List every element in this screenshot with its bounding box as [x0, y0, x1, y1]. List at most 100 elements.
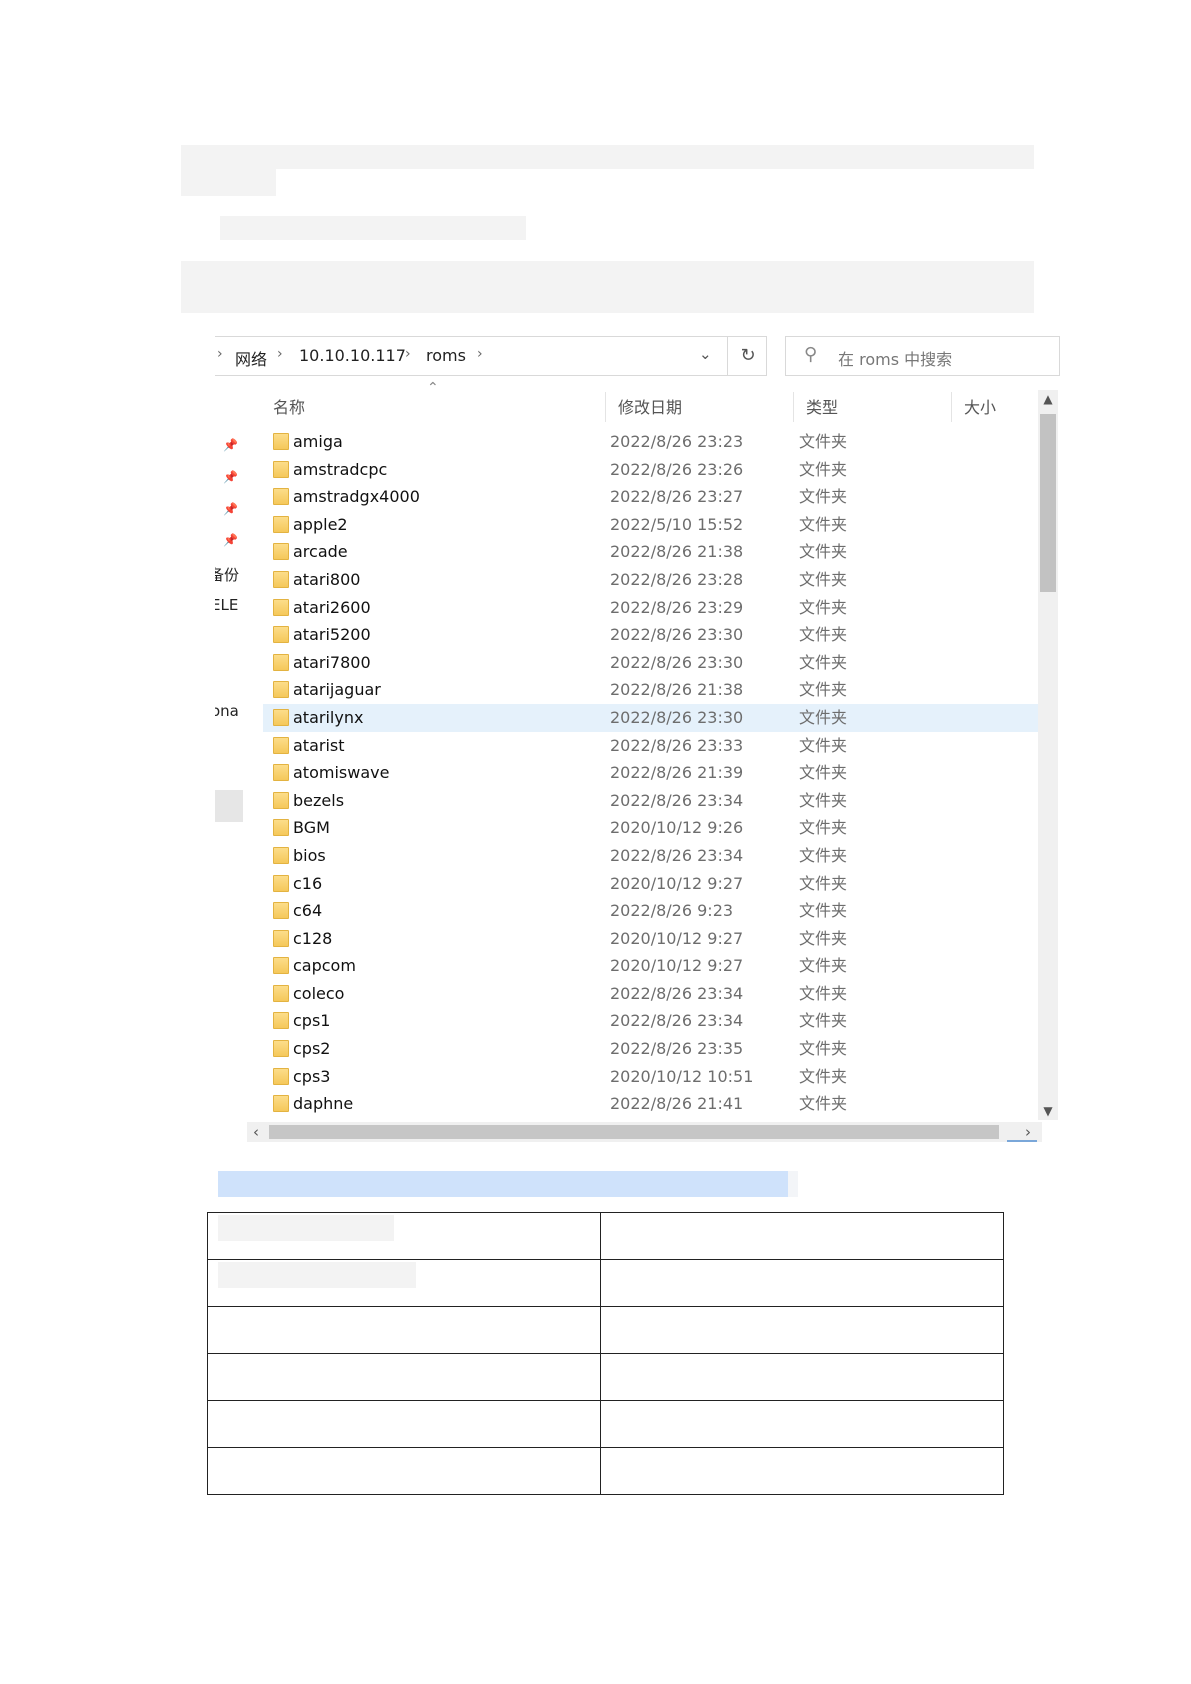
breadcrumb-separator: ›: [277, 346, 283, 362]
vertical-scrollbar[interactable]: ▲ ▼: [1038, 390, 1058, 1120]
folder-icon: [273, 984, 289, 1002]
table-row: [207, 1212, 1004, 1260]
folder-icon: [273, 488, 289, 506]
folder-icon: [273, 1095, 289, 1113]
folder-icon: [273, 708, 289, 726]
file-name: coleco: [293, 983, 345, 1003]
file-row[interactable]: coleco 2022/8/26 23:34 文件夹: [263, 980, 1038, 1008]
file-modified-date: 2022/8/26 21:39: [610, 763, 744, 783]
folder-icon: [273, 543, 289, 561]
folder-icon: [273, 1040, 289, 1058]
column-header-type[interactable]: 类型: [806, 388, 838, 428]
column-header-name[interactable]: 名称: [273, 388, 305, 428]
file-row[interactable]: capcom 2020/10/12 9:27 文件夹: [263, 952, 1038, 980]
nav-selection: [215, 790, 243, 822]
file-type: 文件夹: [799, 928, 848, 948]
horizontal-scrollbar[interactable]: ‹ ›: [247, 1122, 1042, 1142]
breadcrumb-separator: ›: [217, 346, 223, 362]
address-bar[interactable]: › 网络 › 10.10.10.117 › roms › ⌄ ↻: [215, 336, 767, 376]
file-row[interactable]: amiga 2022/8/26 23:23 文件夹: [263, 428, 1038, 456]
table-cell: [207, 1259, 601, 1307]
file-name: atarilynx: [293, 707, 364, 727]
file-modified-date: 2022/5/10 15:52: [610, 514, 744, 534]
breadcrumb-separator: ›: [477, 346, 483, 362]
nav-item-fragment[interactable]: 备份: [215, 564, 239, 585]
file-row[interactable]: atomiswave 2022/8/26 21:39 文件夹: [263, 759, 1038, 787]
file-row[interactable]: atarilynx 2022/8/26 23:30 文件夹: [263, 703, 1038, 732]
file-row[interactable]: atari800 2022/8/26 23:28 文件夹: [263, 566, 1038, 594]
file-row[interactable]: atarijaguar 2022/8/26 21:38 文件夹: [263, 676, 1038, 704]
folder-icon: [273, 846, 289, 864]
column-header-date[interactable]: 修改日期: [618, 388, 682, 428]
file-row[interactable]: atarist 2022/8/26 23:33 文件夹: [263, 732, 1038, 760]
file-type: 文件夹: [799, 569, 848, 589]
nav-item-fragment[interactable]: ELE: [215, 596, 238, 614]
file-name: atomiswave: [293, 763, 390, 783]
scrollbar-thumb[interactable]: [269, 1125, 999, 1139]
file-row[interactable]: cps3 2020/10/12 10:51 文件夹: [263, 1063, 1038, 1091]
chevron-down-icon[interactable]: ⌄: [699, 345, 712, 363]
folder-icon: [273, 598, 289, 616]
file-type: 文件夹: [799, 901, 848, 921]
file-row[interactable]: atari2600 2022/8/26 23:29 文件夹: [263, 594, 1038, 622]
file-row[interactable]: BGM 2020/10/12 9:26 文件夹: [263, 814, 1038, 842]
column-divider[interactable]: [793, 392, 794, 422]
file-row[interactable]: arcade 2022/8/26 21:38 文件夹: [263, 538, 1038, 566]
file-type: 文件夹: [799, 983, 848, 1003]
file-name: apple2: [293, 514, 348, 534]
nav-item-fragment[interactable]: ona: [215, 702, 239, 720]
pin-icon: 📌: [223, 533, 238, 547]
file-name: capcom: [293, 956, 356, 976]
table-cell: [600, 1353, 1004, 1401]
file-modified-date: 2020/10/12 9:27: [610, 928, 744, 948]
table-row: [207, 1447, 1004, 1495]
file-row[interactable]: atari7800 2022/8/26 23:30 文件夹: [263, 649, 1038, 677]
info-table: [207, 1212, 1004, 1495]
scroll-up-icon[interactable]: ▲: [1038, 392, 1058, 406]
navigation-pane: 📌 📌 📌 📌 备份 ELE ona: [215, 390, 243, 1050]
file-row[interactable]: c64 2022/8/26 9:23 文件夹: [263, 897, 1038, 925]
file-row[interactable]: cps2 2022/8/26 23:35 文件夹: [263, 1035, 1038, 1063]
file-name: atari7800: [293, 652, 371, 672]
breadcrumb-roms[interactable]: roms: [426, 346, 466, 365]
refresh-icon[interactable]: ↻: [727, 337, 768, 375]
file-name: atari5200: [293, 625, 371, 645]
column-divider[interactable]: [951, 392, 952, 422]
scrollbar-thumb[interactable]: [1040, 414, 1056, 592]
file-type: 文件夹: [799, 735, 848, 755]
file-row[interactable]: bezels 2022/8/26 23:34 文件夹: [263, 787, 1038, 815]
file-modified-date: 2022/8/26 23:23: [610, 432, 744, 451]
file-row[interactable]: c16 2020/10/12 9:27 文件夹: [263, 870, 1038, 898]
file-type: 文件夹: [799, 514, 848, 534]
breadcrumb-host[interactable]: 10.10.10.117: [299, 346, 406, 365]
file-name: bios: [293, 845, 326, 865]
folder-icon: [273, 460, 289, 478]
file-name: c16: [293, 873, 323, 893]
file-modified-date: 2022/8/26 23:29: [610, 597, 744, 617]
folder-icon: [273, 515, 289, 533]
breadcrumb-network[interactable]: 网络: [235, 346, 267, 370]
column-divider[interactable]: [605, 392, 606, 422]
scroll-right-icon[interactable]: ›: [1025, 1122, 1031, 1142]
folder-icon: [273, 957, 289, 975]
file-modified-date: 2022/8/26 23:33: [610, 735, 744, 755]
file-row[interactable]: c128 2020/10/12 9:27 文件夹: [263, 925, 1038, 953]
scroll-left-icon[interactable]: ‹: [253, 1122, 259, 1142]
file-modified-date: 2022/8/26 21:38: [610, 542, 744, 562]
file-row[interactable]: amstradgx4000 2022/8/26 23:27 文件夹: [263, 483, 1038, 511]
file-row[interactable]: daphne 2022/8/26 21:41 文件夹: [263, 1090, 1038, 1118]
search-input[interactable]: ⚲ 在 roms 中搜索: [785, 336, 1060, 376]
file-row[interactable]: cps1 2022/8/26 23:34 文件夹: [263, 1007, 1038, 1035]
pin-icon: 📌: [223, 502, 238, 516]
column-header-size[interactable]: 大小: [964, 388, 996, 428]
scroll-down-icon[interactable]: ▼: [1038, 1104, 1058, 1118]
file-row[interactable]: amstradcpc 2022/8/26 23:26 文件夹: [263, 456, 1038, 484]
file-modified-date: 2022/8/26 23:34: [610, 845, 744, 865]
file-row[interactable]: bios 2022/8/26 23:34 文件夹: [263, 842, 1038, 870]
file-row[interactable]: apple2 2022/5/10 15:52 文件夹: [263, 511, 1038, 539]
file-type: 文件夹: [799, 542, 848, 562]
file-row[interactable]: atari5200 2022/8/26 23:30 文件夹: [263, 621, 1038, 649]
file-type: 文件夹: [799, 707, 848, 727]
file-type: 文件夹: [799, 873, 848, 893]
table-cell: [207, 1447, 601, 1495]
